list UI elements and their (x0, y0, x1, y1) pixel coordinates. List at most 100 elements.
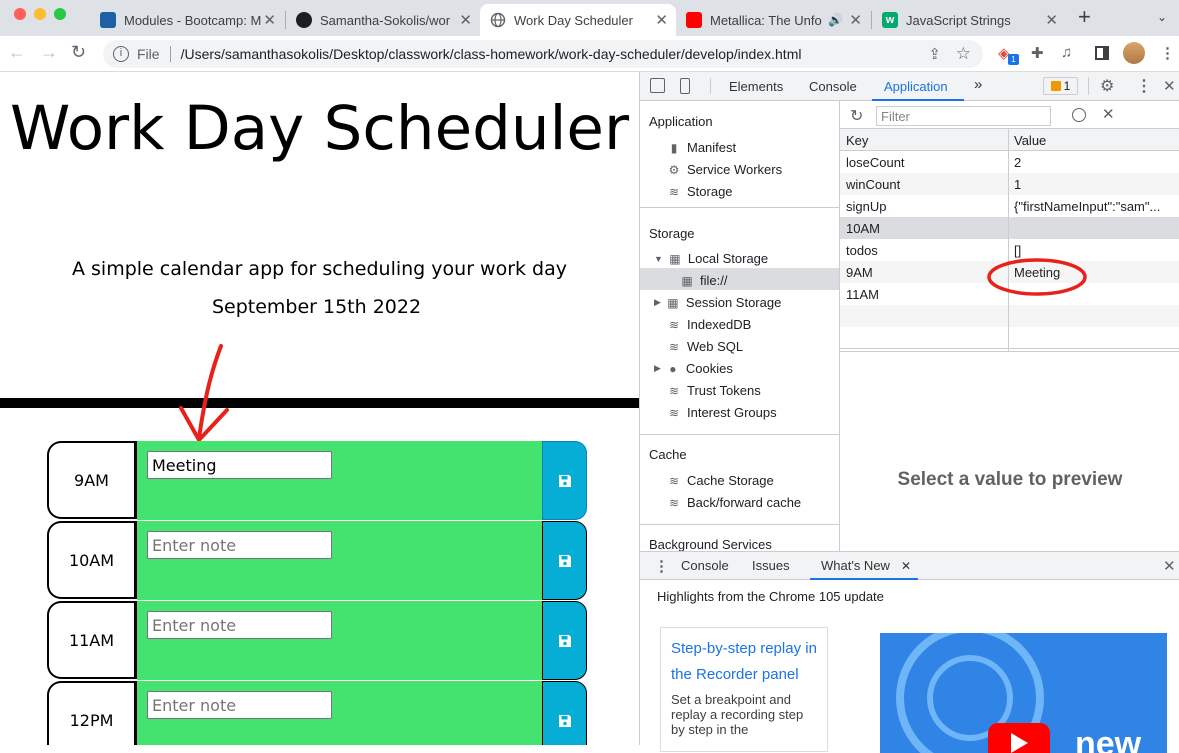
close-tab-icon[interactable]: ✕ (849, 11, 862, 29)
close-tab-icon[interactable]: ✕ (1045, 11, 1058, 29)
tab-title: JavaScript Strings (906, 12, 1011, 28)
save-button[interactable] (542, 681, 587, 745)
table-row[interactable]: winCount 1 (840, 173, 1179, 195)
feature-link[interactable]: Step-by-step replay in the Recorder pane… (671, 636, 817, 688)
browser-tab-metallica[interactable]: Metallica: The Unfo 🔊 ✕ (676, 4, 870, 36)
save-button[interactable] (542, 441, 587, 520)
expanded-triangle-icon[interactable]: ▼ (654, 254, 663, 264)
minimize-window-button[interactable] (34, 8, 46, 20)
sidebar-item-manifest[interactable]: ▮ Manifest (667, 140, 736, 155)
time-block-10am: 10AM (47, 521, 587, 601)
note-input[interactable] (147, 531, 332, 559)
sidebar-item-storage[interactable]: ≋ Storage (667, 184, 733, 199)
close-tab-icon[interactable]: ✕ (655, 11, 668, 29)
devtools-tab-console[interactable]: Console (809, 79, 857, 94)
close-tab-icon[interactable]: ✕ (263, 11, 276, 29)
filter-input[interactable] (876, 106, 1051, 126)
sidebar-item-indexeddb[interactable]: ≋ IndexedDB (667, 317, 751, 332)
devtools-menu-icon[interactable]: ⋮ (1136, 76, 1152, 96)
grid-table-icon: ▦ (669, 251, 681, 266)
settings-gear-icon[interactable]: ⚙ (1100, 76, 1114, 96)
profile-avatar[interactable] (1123, 42, 1145, 64)
row-key: 10AM (846, 221, 880, 236)
issues-counter[interactable]: 1 (1043, 77, 1078, 95)
devtools-tab-application[interactable]: Application (884, 79, 948, 94)
back-arrow-icon[interactable]: ← (8, 42, 26, 63)
browser-tab-javascript-strings[interactable]: w JavaScript Strings ✕ (872, 4, 1066, 36)
note-area[interactable] (137, 681, 542, 745)
note-input[interactable] (147, 451, 332, 479)
sidebar-item-label: Interest Groups (687, 405, 777, 420)
url-text[interactable]: /Users/samanthasokolis/Desktop/classwork… (181, 46, 802, 62)
database-icon: ≋ (668, 184, 680, 199)
row-key: todos (846, 243, 878, 258)
inspect-element-icon[interactable] (650, 78, 665, 93)
sidebar-item-service-workers[interactable]: ⚙ Service Workers (667, 162, 783, 177)
info-icon[interactable]: i (113, 46, 129, 62)
refresh-icon[interactable]: ↻ (850, 106, 863, 126)
sidebar-item-local-storage[interactable]: ▼ ▦ Local Storage (654, 251, 768, 266)
sidebar-item-cache-storage[interactable]: ≋ Cache Storage (667, 473, 774, 488)
zoom-window-button[interactable] (54, 8, 66, 20)
address-bar[interactable]: i File /Users/samanthasokolis/Desktop/cl… (103, 40, 983, 68)
sidebar-item-session-storage[interactable]: ▶ ▦ Session Storage (654, 295, 781, 310)
close-drawer-tab-icon[interactable]: ✕ (901, 559, 911, 573)
share-icon[interactable]: ⇪ (928, 45, 941, 63)
bookmark-star-icon[interactable]: ☆ (956, 44, 971, 64)
reload-icon[interactable]: ↻ (71, 42, 86, 63)
drawer-menu-icon[interactable]: ⋮ (654, 557, 669, 575)
column-header-key[interactable]: Key (846, 133, 868, 148)
sidebar-item-local-storage-file[interactable]: ▦ file:// (680, 273, 727, 288)
hour-label: 10AM (47, 521, 137, 599)
new-tab-button[interactable]: + (1078, 4, 1091, 30)
note-input[interactable] (147, 611, 332, 639)
divider (710, 78, 711, 94)
browser-menu-icon[interactable]: ⋮ (1160, 44, 1175, 62)
puzzle-extensions-icon[interactable]: ✚ (1031, 44, 1044, 62)
forward-arrow-icon[interactable]: → (40, 42, 58, 63)
close-drawer-icon[interactable]: ✕ (1163, 557, 1176, 575)
feature-card[interactable]: Step-by-step replay in the Recorder pane… (660, 627, 828, 752)
media-control-icon[interactable]: ♫ (1061, 44, 1072, 61)
table-header: Key Value (840, 129, 1179, 151)
column-header-value[interactable]: Value (1014, 133, 1174, 148)
sidebar-item-cookies[interactable]: ▶ ● Cookies (654, 361, 733, 376)
close-window-button[interactable] (14, 8, 26, 20)
note-area[interactable] (137, 441, 542, 520)
close-devtools-icon[interactable]: ✕ (1163, 77, 1176, 95)
table-row-selected[interactable]: 10AM (840, 217, 1179, 239)
browser-tab-modules[interactable]: Modules - Bootcamp: M ✕ (90, 4, 284, 36)
promo-video-thumbnail[interactable]: new (880, 633, 1167, 753)
more-tabs-button[interactable]: » (974, 76, 982, 93)
devtools-tab-elements[interactable]: Elements (729, 79, 783, 94)
drawer-tab-console[interactable]: Console (681, 558, 729, 573)
drawer-tab-issues[interactable]: Issues (752, 558, 790, 573)
table-row[interactable]: signUp {"firstNameInput":"sam"... (840, 195, 1179, 217)
collapsed-triangle-icon[interactable]: ▶ (654, 363, 661, 374)
side-panel-icon[interactable] (1095, 46, 1109, 60)
collapsed-triangle-icon[interactable]: ▶ (654, 297, 661, 308)
clear-all-icon[interactable] (1072, 108, 1086, 122)
note-area[interactable] (137, 521, 542, 600)
sidebar-item-back-forward-cache[interactable]: ≋ Back/forward cache (667, 495, 801, 510)
note-input[interactable] (147, 691, 332, 719)
save-floppy-icon (558, 634, 571, 647)
delete-selected-icon[interactable]: ✕ (1102, 105, 1115, 123)
table-row-empty (840, 305, 1179, 327)
drawer-tab-whats-new[interactable]: What's New (821, 558, 890, 573)
save-button[interactable] (542, 601, 587, 680)
note-area[interactable] (137, 601, 542, 680)
close-tab-icon[interactable]: ✕ (459, 11, 472, 29)
file-icon: ▮ (670, 140, 678, 155)
browser-tab-github[interactable]: Samantha-Sokolis/work ✕ (286, 4, 480, 36)
audio-playing-icon[interactable]: 🔊 (828, 13, 843, 27)
sidebar-item-web-sql[interactable]: ≋ Web SQL (667, 339, 743, 354)
tab-search-icon[interactable]: ⌄ (1157, 10, 1167, 24)
sidebar-item-trust-tokens[interactable]: ≋ Trust Tokens (667, 383, 761, 398)
save-button[interactable] (542, 521, 587, 600)
active-tab-indicator (810, 578, 918, 580)
sidebar-item-interest-groups[interactable]: ≋ Interest Groups (667, 405, 777, 420)
browser-tab-work-day-scheduler[interactable]: Work Day Scheduler ✕ (480, 4, 676, 36)
table-row[interactable]: loseCount 2 (840, 151, 1179, 173)
device-toolbar-icon[interactable] (680, 78, 690, 94)
